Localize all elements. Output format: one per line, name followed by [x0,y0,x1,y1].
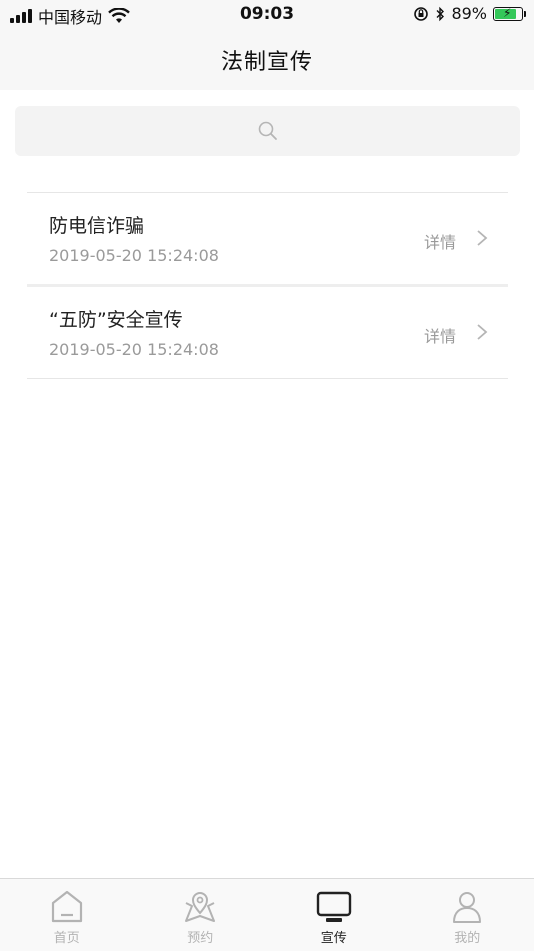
user-icon [449,889,485,925]
chevron-right-icon[interactable] [476,229,488,247]
search-icon [257,120,279,142]
tab-label: 我的 [454,927,480,946]
battery-percent: 89% [451,4,487,23]
list-item[interactable]: “五防”安全宣传 2019-05-20 15:24:08 详情 [27,284,508,379]
article-list: 防电信诈骗 2019-05-20 15:24:08 详情 “五防”安全宣传 20… [27,192,508,379]
orientation-lock-icon [413,6,429,22]
tab-appointment[interactable]: 预约 [134,879,268,951]
page-title: 法制宣传 [221,44,313,76]
item-title: “五防”安全宣传 [49,305,183,332]
battery-cap [524,11,526,17]
battery-icon: ⚡ [493,7,523,21]
tab-label: 首页 [54,927,80,946]
item-date: 2019-05-20 15:24:08 [49,340,219,359]
detail-link[interactable]: 详情 [424,323,456,347]
tab-publicity[interactable]: 宣传 [267,879,401,951]
map-pin-icon [182,889,218,925]
charging-bolt-icon: ⚡ [503,6,511,20]
tab-label: 宣传 [321,927,347,946]
detail-link[interactable]: 详情 [424,229,456,253]
bluetooth-icon [435,6,445,22]
item-date: 2019-05-20 15:24:08 [49,246,219,265]
tv-icon [316,889,352,925]
tab-label: 预约 [187,927,213,946]
tab-home[interactable]: 首页 [0,879,134,951]
list-item[interactable]: 防电信诈骗 2019-05-20 15:24:08 详情 [27,192,508,284]
status-bar: 中国移动 09:03 89% ⚡ [0,0,534,30]
home-icon [49,889,85,925]
item-title: 防电信诈骗 [49,211,144,238]
status-right: 89% ⚡ [413,4,526,23]
search-bar[interactable] [15,106,520,156]
nav-bar: 法制宣传 [0,30,534,90]
tab-profile[interactable]: 我的 [401,879,534,951]
tab-bar: 首页 预约 宣传 我的 [0,878,534,951]
chevron-right-icon[interactable] [476,323,488,341]
